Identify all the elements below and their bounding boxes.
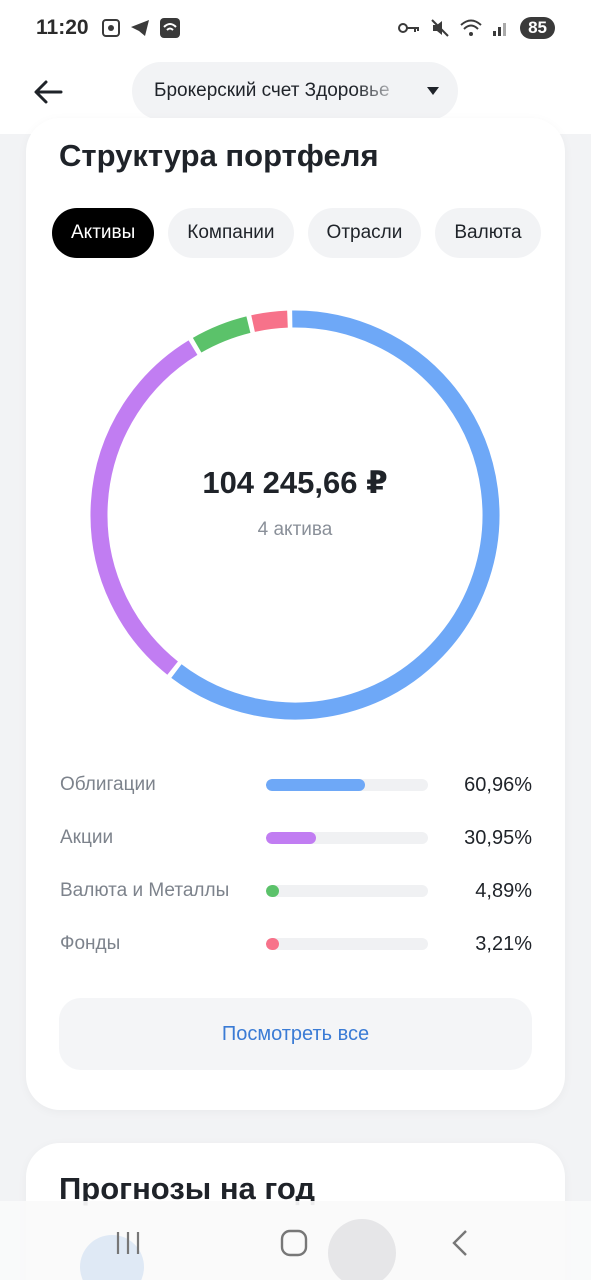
structure-tabs: Активы Компании Отрасли Валюта (52, 208, 565, 258)
wifi-icon (460, 19, 482, 36)
legend-bar-track (266, 885, 428, 897)
telegram-icon (130, 20, 149, 36)
assets-count: 4 актива (257, 519, 333, 540)
system-back-button[interactable] (440, 1223, 480, 1263)
avatar (328, 1219, 396, 1280)
legend-row-stocks[interactable]: Акции 30,95% (60, 817, 532, 870)
portfolio-total: 104 245,66 ₽ (202, 465, 388, 500)
legend-bar-track (266, 779, 428, 791)
legend-percent: 3,21% (475, 933, 532, 955)
legend-bar-track (266, 832, 428, 844)
status-time: 11:20 (36, 16, 89, 39)
arrow-left-icon (34, 80, 63, 104)
legend-row-bonds[interactable]: Облигации 60,96% (60, 764, 532, 817)
screenshot-icon (101, 19, 120, 37)
legend-bar-fill (266, 779, 365, 791)
system-nav-bar (0, 1201, 591, 1280)
home-button[interactable] (274, 1223, 314, 1263)
signal-icon (493, 23, 507, 36)
portfolio-structure-card: Структура портфеля Активы Компании Отрас… (26, 118, 565, 1110)
wifi-box-icon (159, 18, 180, 38)
key-icon (398, 23, 420, 33)
back-button[interactable] (28, 74, 68, 110)
legend-name: Валюта и Металлы (60, 880, 230, 901)
legend-percent: 4,89% (475, 880, 532, 902)
legend-bar-fill (266, 885, 279, 897)
section-title: Структура портфеля (59, 138, 379, 173)
mute-icon (431, 19, 449, 37)
tab-companies[interactable]: Компании (168, 208, 294, 258)
recent-apps-icon (116, 1232, 140, 1254)
legend-row-currency-metals[interactable]: Валюта и Металлы 4,89% (60, 870, 532, 923)
caret-down-icon (427, 87, 439, 95)
view-all-button[interactable]: Посмотреть все (59, 998, 532, 1070)
recent-apps-button[interactable] (108, 1223, 148, 1263)
legend-percent: 30,95% (464, 827, 532, 849)
legend-name: Акции (60, 827, 114, 848)
legend-bar-fill (266, 832, 317, 844)
home-icon (280, 1229, 308, 1257)
tab-currency[interactable]: Валюта (435, 208, 541, 258)
legend-name: Фонды (60, 933, 121, 954)
allocation-legend: Облигации 60,96% Акции 30,95% Валюта и М… (60, 764, 532, 976)
legend-row-funds[interactable]: Фонды 3,21% (60, 923, 532, 976)
account-label: Брокерский счет Здоровье (154, 80, 390, 101)
tab-assets[interactable]: Активы (52, 208, 155, 258)
legend-bar-fill (266, 938, 279, 950)
legend-bar-track (266, 938, 428, 950)
legend-percent: 60,96% (464, 774, 532, 796)
status-bar: 11:20 85 (0, 0, 591, 56)
battery-badge: 85 (520, 17, 555, 39)
account-selector[interactable]: Брокерский счет Здоровье (132, 62, 458, 120)
chevron-left-icon (452, 1230, 467, 1256)
legend-name: Облигации (60, 774, 156, 795)
tab-industries[interactable]: Отрасли (307, 208, 422, 258)
